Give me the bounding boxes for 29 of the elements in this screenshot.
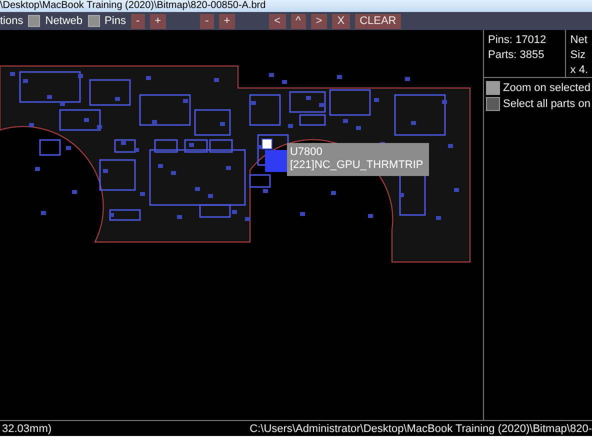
info-text: x 4. (570, 64, 588, 76)
checkbox-label: Select all parts on (503, 98, 590, 110)
toolbar-button[interactable]: CLEAR (354, 14, 402, 28)
stat-text: Pins: 17012 (488, 34, 548, 46)
stat-text: Parts: 3855 (488, 49, 546, 61)
toolbar-button[interactable]: X (332, 14, 350, 28)
part-name: U7800 (290, 146, 324, 159)
toolbar-button[interactable]: + (218, 14, 236, 28)
toolbar-button[interactable]: - (200, 14, 214, 28)
file-path: C:\Users\Administrator\Desktop\MacBook Training (2020)\Bitmap\820- (250, 422, 592, 434)
info-text: Siz (570, 49, 587, 61)
checkbox[interactable] (486, 97, 500, 111)
toolbar-button[interactable]: + (150, 14, 166, 28)
checkbox[interactable] (88, 15, 100, 27)
toolbar-button[interactable]: ^ (290, 14, 306, 28)
toolbar-label: tions (0, 15, 24, 27)
toolbar-button[interactable]: < (269, 14, 286, 28)
toolbar-button[interactable]: > (310, 14, 328, 28)
checkbox[interactable] (28, 15, 40, 27)
board-canvas[interactable]: U7800 [221]NC_GPU_THRMTRIP (0, 30, 484, 420)
checkbox-label: Netweb (45, 15, 83, 27)
checkbox[interactable] (486, 81, 500, 95)
net-name: [221]NC_GPU_THRMTRIP (290, 159, 424, 172)
toolbar-button[interactable]: - (130, 14, 145, 28)
window-title: \Desktop\MacBook Training (2020)\Bitmap\820-00850-A.brd (0, 0, 592, 12)
checkbox-label: Zoom on selected (503, 82, 590, 94)
checkbox-label: Pins (104, 15, 126, 27)
status-text: 32.03mm) (2, 422, 52, 434)
info-text: Net (570, 34, 588, 46)
